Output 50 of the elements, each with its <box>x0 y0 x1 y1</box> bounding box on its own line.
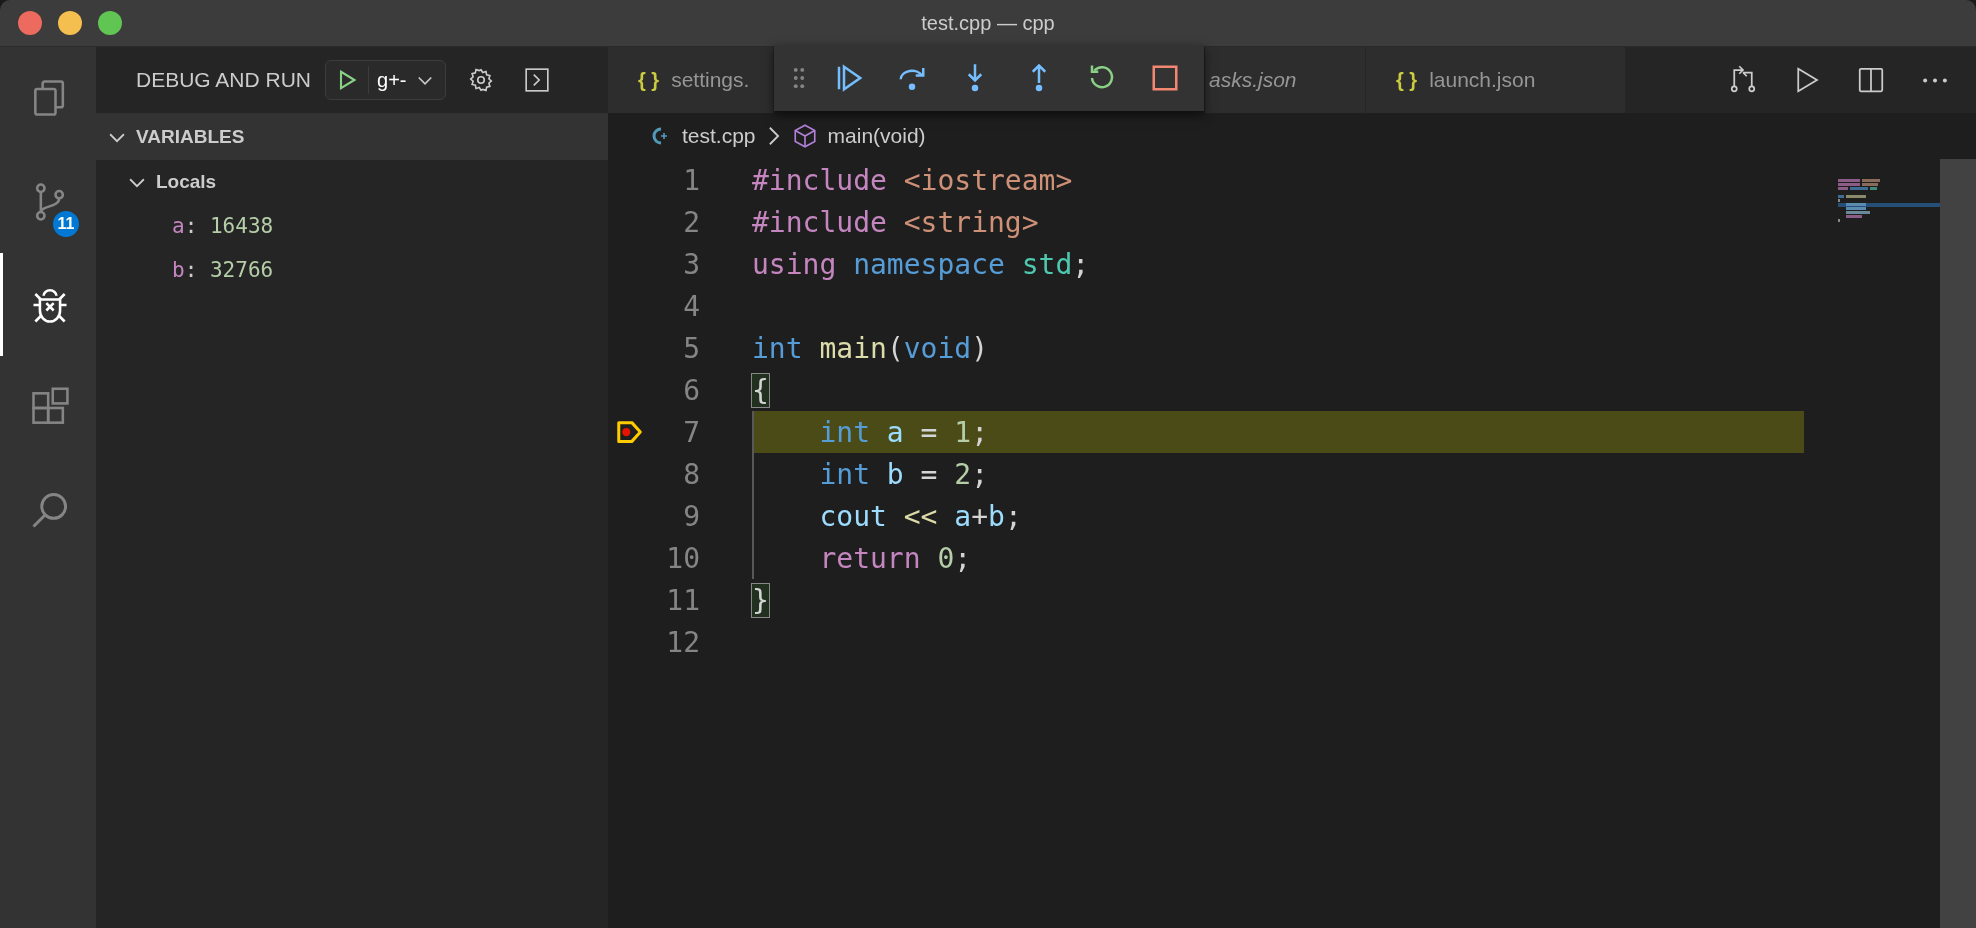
line-number: 8 <box>682 457 700 491</box>
line-number: 3 <box>682 247 700 281</box>
code-line: int main(void) <box>752 331 989 365</box>
editor-tab[interactable]: { } launch.json <box>1366 47 1626 113</box>
window-title: test.cpp — cpp <box>921 11 1055 34</box>
configuration-name: g+- <box>377 68 407 92</box>
tree-item[interactable]: Locals <box>96 160 608 204</box>
minimize-window-button[interactable] <box>58 11 82 35</box>
variable-entry[interactable]: a: 16438 <box>172 214 274 238</box>
breadcrumb-item[interactable]: main(void) <box>827 124 926 148</box>
activity-bar-item[interactable]: 11 <box>0 150 96 253</box>
line-number: 6 <box>682 373 700 407</box>
section-header[interactable]: VARIABLES <box>96 113 608 160</box>
code-line: int b = 2; <box>819 457 988 491</box>
split-icon <box>1856 65 1886 95</box>
line-number: 5 <box>682 331 700 365</box>
zoom-window-button[interactable] <box>98 11 122 35</box>
code-line: #include <iostream> <box>752 163 1073 197</box>
section-title: VARIABLES <box>136 125 245 148</box>
json-icon: { } <box>638 68 660 92</box>
stop-icon <box>1150 63 1181 93</box>
line-number: 12 <box>665 625 700 659</box>
scope-label: Locals <box>156 171 217 193</box>
scrollbar-thumb[interactable] <box>1940 159 1976 928</box>
line-number: 9 <box>682 499 700 533</box>
line-number: 11 <box>665 583 700 617</box>
notification-badge: 11 <box>51 209 81 239</box>
editor-tab[interactable]: asks.json <box>1205 47 1366 113</box>
variable-entry[interactable]: b: 32766 <box>172 258 274 282</box>
code-line: using namespace std; <box>752 247 1090 281</box>
code-line: cout << a+b; <box>819 499 1022 533</box>
settings-icon <box>467 67 494 93</box>
cube-icon <box>791 123 818 149</box>
line-number: 4 <box>682 289 700 323</box>
line-number: 2 <box>682 205 700 239</box>
breadcrumb-item[interactable]: test.cpp <box>682 124 756 148</box>
line-number: 10 <box>665 541 700 575</box>
line-number: 7 <box>682 415 700 449</box>
panel-title: DEBUG AND RUN <box>135 68 312 92</box>
code-line: return 0; <box>819 541 972 575</box>
json-icon: { } <box>1396 68 1418 92</box>
code-line: int a = 1; <box>819 415 988 449</box>
line-number: 1 <box>682 163 700 197</box>
compare-icon <box>1728 65 1758 95</box>
code-line: #include <string> <box>752 205 1039 239</box>
configuration-dropdown[interactable]: g+- <box>325 60 446 100</box>
terminal-icon <box>523 67 550 93</box>
close-window-button[interactable] <box>18 11 42 35</box>
editor-tab[interactable]: { } settings. <box>608 47 774 113</box>
more-icon <box>1923 77 1947 83</box>
